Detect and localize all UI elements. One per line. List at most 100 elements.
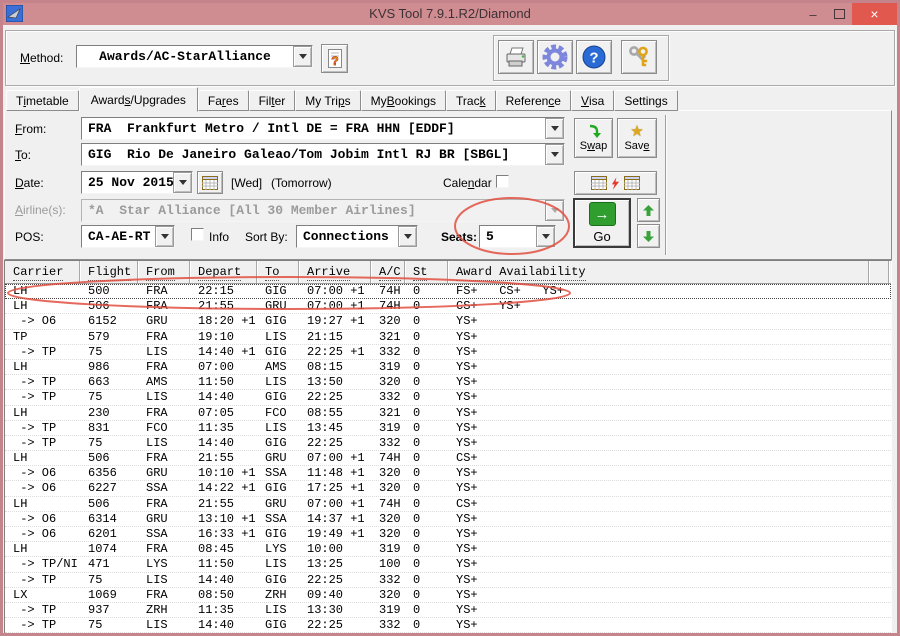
table-row[interactable]: -> TP75LIS14:40GIG22:253320YS+: [5, 390, 891, 405]
column-header[interactable]: [869, 261, 889, 283]
table-row[interactable]: LH506FRA21:55GRU07:00 +174H0CS+: [5, 497, 891, 512]
table-cell: -> TP: [5, 375, 80, 389]
table-row[interactable]: -> TP/NI471LYS11:50LIS13:251000YS+: [5, 557, 891, 572]
print-button[interactable]: [498, 40, 534, 74]
table-row[interactable]: -> TP831FCO11:35LIS13:453190YS+: [5, 421, 891, 436]
table-cell: 11:48 +1: [299, 466, 371, 480]
info-checkbox[interactable]: [191, 228, 204, 241]
pos-dropdown-arrow[interactable]: [155, 226, 174, 247]
registration-button[interactable]: [621, 40, 657, 74]
table-row[interactable]: LH506FRA21:55GRU07:00 +174H0CS+ YS+: [5, 299, 891, 314]
table-row[interactable]: LH1074FRA08:45LYS10:003190YS+: [5, 542, 891, 557]
table-row[interactable]: -> O66152GRU18:20 +1GIG19:27 +13200YS+: [5, 314, 891, 329]
method-label: Method:: [20, 51, 63, 65]
calendar-checkbox[interactable]: [496, 175, 509, 188]
column-header[interactable]: St: [405, 261, 448, 283]
sortby-combobox[interactable]: Connections: [296, 225, 418, 248]
method-combobox[interactable]: Awards/AC-StarAlliance: [76, 45, 313, 68]
to-dropdown-arrow[interactable]: [545, 144, 564, 165]
swap-arrow-icon: [586, 124, 601, 139]
table-cell: 75: [80, 573, 138, 587]
table-cell: 0: [405, 390, 448, 404]
tab-track[interactable]: Track: [446, 90, 496, 111]
column-header[interactable]: To: [257, 261, 299, 283]
panel-divider: [665, 115, 667, 255]
pos-combobox[interactable]: CA-AE-RT: [81, 225, 175, 248]
method-help-button[interactable]: ?: [321, 44, 348, 73]
table-cell: 1074: [80, 542, 138, 556]
table-cell: 6314: [80, 512, 138, 526]
table-cell: 0: [405, 451, 448, 465]
table-row[interactable]: TP579FRA19:10LIS21:153210YS+: [5, 330, 891, 345]
tab-timetable[interactable]: Timetable: [6, 90, 79, 111]
method-dropdown-arrow[interactable]: [293, 46, 312, 67]
column-header[interactable]: Flight: [80, 261, 138, 283]
move-up-button[interactable]: [637, 198, 660, 222]
sortby-dropdown-arrow[interactable]: [398, 226, 417, 247]
table-row[interactable]: LH506FRA21:55GRU07:00 +174H0CS+: [5, 451, 891, 466]
from-label: From:: [15, 122, 46, 136]
column-header[interactable]: From: [138, 261, 190, 283]
calendar-icon: [624, 176, 640, 190]
column-header[interactable]: Award Availability: [448, 261, 869, 283]
column-header[interactable]: Depart: [190, 261, 257, 283]
table-cell: 07:00: [190, 360, 257, 374]
table-row[interactable]: LX1069FRA08:50ZRH09:403200YS+: [5, 588, 891, 603]
table-cell: GIG: [257, 436, 299, 450]
table-row[interactable]: -> TP75LIS14:40 +1GIG22:25 +13320YS+: [5, 345, 891, 360]
minimize-button[interactable]: –: [800, 3, 826, 25]
table-row[interactable]: -> TP75LIS14:40GIG22:253320YS+: [5, 618, 891, 633]
column-header[interactable]: Carrier: [5, 261, 80, 283]
settings-button[interactable]: [537, 40, 573, 74]
table-cell: -> TP: [5, 573, 80, 587]
airlines-label: Airline(s):: [15, 203, 66, 217]
close-button[interactable]: ×: [852, 3, 897, 25]
column-header[interactable]: Arrive: [299, 261, 371, 283]
tab-reference[interactable]: Reference: [496, 90, 571, 111]
to-combobox[interactable]: GIG Rio De Janeiro Galeao/Tom Jobim Intl…: [81, 143, 565, 166]
table-cell: CS+: [448, 451, 869, 465]
from-combobox[interactable]: FRA Frankfurt Metro / Intl DE = FRA HHN …: [81, 117, 565, 140]
table-cell: GRU: [257, 299, 299, 313]
table-row[interactable]: -> O66227SSA14:22 +1GIG17:25 +13200YS+: [5, 481, 891, 496]
table-row[interactable]: -> O66356GRU10:10 +1SSA11:48 +13200YS+: [5, 466, 891, 481]
date-combobox[interactable]: 25 Nov 2015: [81, 171, 193, 194]
table-cell: 14:40: [190, 390, 257, 404]
multi-calendar-button[interactable]: [574, 171, 657, 195]
tab-visa[interactable]: Visa: [571, 90, 614, 111]
from-dropdown-arrow[interactable]: [545, 118, 564, 139]
column-header[interactable]: A/C: [371, 261, 405, 283]
table-cell: 0: [405, 481, 448, 495]
table-cell: 0: [405, 360, 448, 374]
save-label: Save: [624, 140, 649, 152]
table-row[interactable]: LH500FRA22:15GIG07:00 +174H0FS+ CS+ YS+: [5, 284, 891, 299]
date-dropdown-arrow[interactable]: [173, 172, 192, 193]
table-cell: 74H: [371, 451, 405, 465]
swap-button[interactable]: Swap: [574, 118, 613, 158]
table-row[interactable]: LH986FRA07:00AMS08:153190YS+: [5, 360, 891, 375]
tab-filter[interactable]: Filter: [249, 90, 296, 111]
table-row[interactable]: -> O66314GRU13:10 +1SSA14:37 +13200YS+: [5, 512, 891, 527]
table-row[interactable]: -> TP663AMS11:50LIS13:503200YS+: [5, 375, 891, 390]
calendar-picker-button[interactable]: [197, 171, 223, 194]
table-cell: 320: [371, 588, 405, 602]
table-row[interactable]: -> TP75LIS14:40GIG22:253320YS+: [5, 436, 891, 451]
table-row[interactable]: -> TP75LIS14:40GIG22:253320YS+: [5, 573, 891, 588]
maximize-button[interactable]: [826, 3, 852, 25]
table-row[interactable]: -> O66201SSA16:33 +1GIG19:49 +13200YS+: [5, 527, 891, 542]
table-cell: 14:40 +1: [190, 345, 257, 359]
move-down-button[interactable]: [637, 224, 660, 248]
table-row[interactable]: LH230FRA07:05FCO08:553210YS+: [5, 406, 891, 421]
tab-awards-upgrades[interactable]: Awards/Upgrades: [79, 87, 198, 112]
table-cell: FCO: [138, 421, 190, 435]
tab-fares[interactable]: Fares: [198, 90, 249, 111]
tab-settings[interactable]: Settings: [614, 90, 677, 111]
tab-my-trips[interactable]: My Trips: [295, 90, 360, 111]
seats-dropdown-arrow[interactable]: [536, 226, 555, 247]
save-button[interactable]: ★ Save: [617, 118, 657, 158]
go-button[interactable]: → Go: [573, 198, 631, 248]
seats-combobox[interactable]: 5: [479, 225, 556, 248]
help-button[interactable]: ?: [576, 40, 612, 74]
tab-my-bookings[interactable]: My Bookings: [361, 90, 446, 111]
table-row[interactable]: -> TP937ZRH11:35LIS13:303190YS+: [5, 603, 891, 618]
